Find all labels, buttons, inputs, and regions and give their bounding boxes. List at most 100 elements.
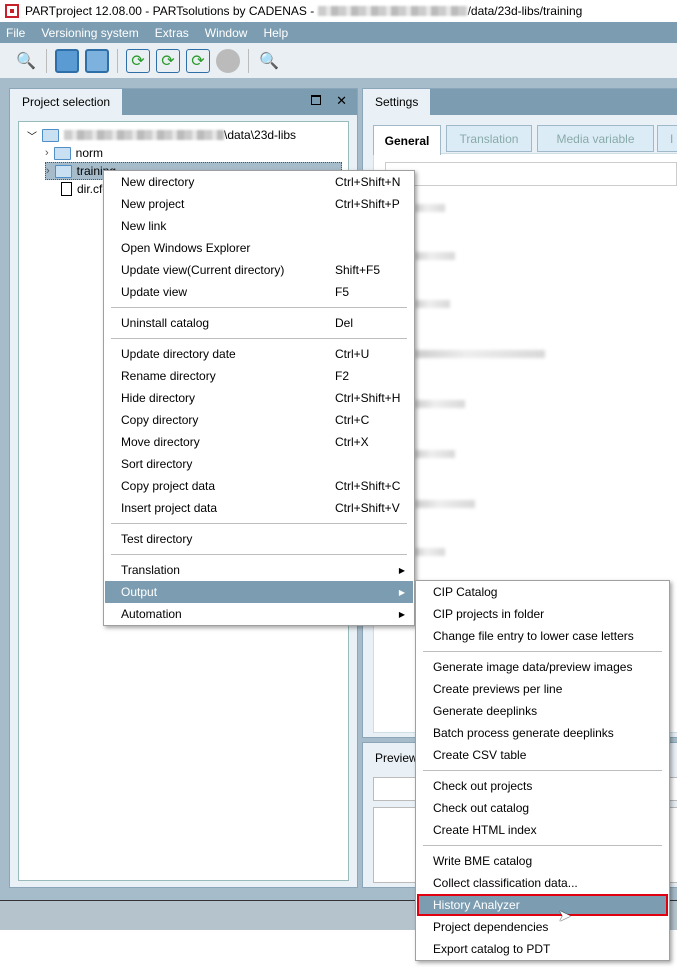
menu-item-update-directory-date[interactable]: Update directory date Ctrl+U — [105, 343, 413, 365]
menu-item-label: Create HTML index — [433, 823, 537, 837]
menu-item-label: Update view — [121, 285, 188, 299]
menu-item-new-project[interactable]: New project Ctrl+Shift+P — [105, 193, 413, 215]
redacted-path — [64, 130, 224, 140]
menu-item-output[interactable]: Output ▶ — [105, 581, 413, 603]
tree-root[interactable]: ﹀ \data\23d-libs — [27, 126, 296, 144]
tab-more[interactable]: I — [657, 125, 677, 152]
tab-media-variable[interactable]: Media variable — [537, 125, 654, 152]
menu-window[interactable]: Window — [205, 26, 248, 40]
menu-item-label: New directory — [121, 175, 195, 189]
menu-item-create-csv-table[interactable]: Create CSV table — [417, 744, 668, 766]
menu-item-new-directory[interactable]: New directory Ctrl+Shift+N — [105, 171, 413, 193]
tab-general[interactable]: General — [373, 125, 441, 155]
window-title-path: /data/23d-libs/training — [467, 4, 583, 18]
panel-header: Project selection ✕ — [10, 89, 357, 115]
menu-item-move-directory[interactable]: Move directory Ctrl+X — [105, 431, 413, 453]
menu-item-shortcut: Ctrl+Shift+H — [335, 391, 401, 405]
panel-header: Settings — [363, 89, 677, 115]
tree-item-dir-cfg[interactable]: dir.cfg — [61, 180, 109, 198]
menu-item-label: Move directory — [121, 435, 200, 449]
menu-item-project-dependencies[interactable]: Project dependencies — [417, 916, 668, 938]
menu-item-test-directory[interactable]: Test directory — [105, 528, 413, 550]
menu-item-generate-image-data-preview-images[interactable]: Generate image data/preview images — [417, 656, 668, 678]
menu-extras[interactable]: Extras — [155, 26, 189, 40]
menu-item-history-analyzer[interactable]: History Analyzer — [417, 894, 668, 916]
menu-item-label: Sort directory — [121, 457, 193, 471]
menu-bar: File Versioning system Extras Window Hel… — [0, 22, 677, 43]
menu-item-rename-directory[interactable]: Rename directory F2 — [105, 365, 413, 387]
save-all-icon[interactable] — [85, 48, 109, 73]
menu-item-label: Uninstall catalog — [121, 316, 210, 330]
menu-item-label: Create CSV table — [433, 748, 527, 762]
menu-item-label: Output — [121, 585, 158, 599]
menu-item-update-view[interactable]: Update view F5 — [105, 281, 413, 303]
chevron-right-icon[interactable]: › — [45, 147, 49, 159]
menu-file[interactable]: File — [6, 26, 25, 40]
settings-field[interactable] — [385, 162, 677, 186]
menu-item-label: Project dependencies — [433, 920, 549, 934]
menu-item-uninstall-catalog[interactable]: Uninstall catalog Del — [105, 312, 413, 334]
update-view-icon[interactable]: ⟳ — [126, 48, 150, 73]
menu-item-label: Insert project data — [121, 501, 218, 515]
menu-item-copy-project-data[interactable]: Copy project data Ctrl+Shift+C — [105, 475, 413, 497]
tree-item-label: norm — [75, 146, 104, 160]
menu-item-label: Automation — [121, 607, 182, 621]
chevron-right-icon[interactable]: › — [46, 165, 50, 177]
save-icon[interactable] — [55, 48, 79, 73]
window-title: PARTproject 12.08.00 - PARTsolutions by … — [25, 4, 318, 18]
menu-item-generate-deeplinks[interactable]: Generate deeplinks — [417, 700, 668, 722]
menu-item-check-out-projects[interactable]: Check out projects — [417, 775, 668, 797]
tab-translation[interactable]: Translation — [446, 125, 532, 152]
menu-item-write-bme-catalog[interactable]: Write BME catalog — [417, 850, 668, 872]
menu-separator — [417, 647, 668, 656]
menu-item-label: Generate deeplinks — [433, 704, 538, 718]
update-cycle-icon[interactable]: ⟳ — [186, 48, 210, 73]
menu-item-sort-directory[interactable]: Sort directory — [105, 453, 413, 475]
globe-icon[interactable] — [216, 48, 240, 73]
update-search-icon[interactable]: ⟳ — [156, 48, 180, 73]
menu-versioning-system[interactable]: Versioning system — [41, 26, 138, 40]
toolbar-separator — [117, 48, 118, 73]
menu-item-new-link[interactable]: New link — [105, 215, 413, 237]
app-logo-icon — [5, 4, 19, 18]
menu-item-shortcut: Ctrl+Shift+P — [335, 197, 400, 211]
menu-item-label: Batch process generate deeplinks — [433, 726, 614, 740]
menu-item-shortcut: Ctrl+C — [335, 413, 370, 427]
menu-item-label: Update view(Current directory) — [121, 263, 285, 277]
menu-item-insert-project-data[interactable]: Insert project data Ctrl+Shift+V — [105, 497, 413, 519]
menu-item-label: CIP Catalog — [433, 585, 498, 599]
tree-item-norm[interactable]: › norm — [45, 144, 103, 162]
menu-item-shortcut: F5 — [335, 285, 350, 299]
menu-item-label: Export catalog to PDT — [433, 942, 551, 956]
chevron-down-icon[interactable]: ﹀ — [27, 128, 37, 143]
menu-item-translation[interactable]: Translation ▶ — [105, 559, 413, 581]
menu-item-label: Copy project data — [121, 479, 216, 493]
menu-item-label: Hide directory — [121, 391, 196, 405]
context-menu: New directory Ctrl+Shift+N New project Ctrl… — [103, 170, 415, 626]
menu-item-cip-projects-in-folder[interactable]: CIP projects in folder — [417, 603, 668, 625]
menu-item-collect-classification-data[interactable]: Collect classification data... — [417, 872, 668, 894]
menu-item-label: Create previews per line — [433, 682, 563, 696]
menu-item-batch-process-generate-deeplinks[interactable]: Batch process generate deeplinks — [417, 722, 668, 744]
menu-item-automation[interactable]: Automation ▶ — [105, 603, 413, 625]
maximize-icon[interactable] — [311, 95, 321, 105]
menu-item-export-catalog-to-pdt[interactable]: Export catalog to PDT — [417, 938, 668, 960]
menu-item-label: Translation — [121, 563, 180, 577]
mouse-cursor-icon: ➤ — [558, 908, 572, 925]
menu-item-copy-directory[interactable]: Copy directory Ctrl+C — [105, 409, 413, 431]
search-text-icon[interactable]: 🔍 — [14, 49, 38, 73]
menu-help[interactable]: Help — [263, 26, 288, 40]
menu-item-label: Open Windows Explorer — [121, 241, 251, 255]
menu-item-cip-catalog[interactable]: CIP Catalog — [417, 581, 668, 603]
close-icon[interactable]: ✕ — [336, 93, 347, 109]
menu-separator — [105, 519, 413, 528]
menu-item-hide-directory[interactable]: Hide directory Ctrl+Shift+H — [105, 387, 413, 409]
menu-item-label: Update directory date — [121, 347, 236, 361]
menu-item-change-file-entry-to-lower-case-letters[interactable]: Change file entry to lower case letters — [417, 625, 668, 647]
menu-item-create-html-index[interactable]: Create HTML index — [417, 819, 668, 841]
search-lock-icon[interactable]: 🔍 — [257, 49, 281, 73]
menu-item-update-view-current-directory[interactable]: Update view(Current directory) Shift+F5 — [105, 259, 413, 281]
menu-item-create-previews-per-line[interactable]: Create previews per line — [417, 678, 668, 700]
menu-item-check-out-catalog[interactable]: Check out catalog — [417, 797, 668, 819]
menu-item-open-windows-explorer[interactable]: Open Windows Explorer — [105, 237, 413, 259]
